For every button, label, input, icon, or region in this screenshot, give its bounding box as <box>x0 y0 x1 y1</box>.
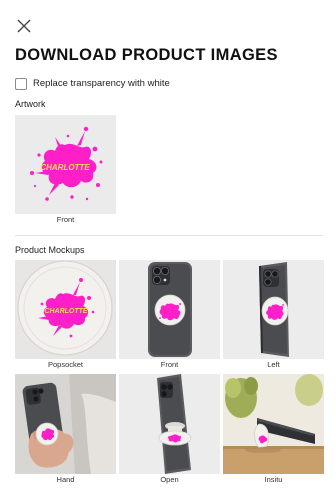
popsocket-image: CHARLOTTE <box>17 260 113 356</box>
mockup-front-caption: Front <box>160 360 179 369</box>
mockup-insitu-caption: Insitu <box>264 475 283 484</box>
mockup-open-thumbnail[interactable] <box>119 374 220 474</box>
mockups-section-label: Product Mockups <box>15 245 85 255</box>
artwork-front-thumbnail[interactable]: CHARLOTTE <box>15 115 116 214</box>
phone-in-hand-image <box>15 374 116 474</box>
phone-left-image <box>259 262 289 357</box>
mockup-popsocket-caption: Popsocket <box>47 360 84 369</box>
mockup-popsocket-thumbnail[interactable]: CHARLOTTE <box>15 260 116 359</box>
artwork-front-caption: Front <box>56 215 75 224</box>
mockup-hand-caption: Hand <box>56 475 75 484</box>
replace-transparency-checkbox[interactable] <box>15 77 27 90</box>
phone-open-grip-image <box>157 374 192 474</box>
svg-text:CHARLOTTE: CHARLOTTE <box>44 308 87 315</box>
close-button[interactable] <box>15 17 33 35</box>
mockup-left-caption: Left <box>267 360 280 369</box>
mockup-insitu-thumbnail[interactable] <box>223 374 324 474</box>
mockup-open-caption: Open <box>160 475 179 484</box>
phone-front-image <box>148 262 192 357</box>
replace-transparency-label[interactable]: Replace transparency with white <box>33 78 170 89</box>
section-divider <box>15 235 323 236</box>
paint-splash-artwork-image: CHARLOTTE <box>30 126 103 201</box>
artwork-text: CHARLOTTE <box>40 163 90 172</box>
mockup-left-thumbnail[interactable] <box>223 260 324 359</box>
dialog-title: DOWNLOAD PRODUCT IMAGES <box>15 46 278 64</box>
mockup-front-thumbnail[interactable] <box>119 260 220 359</box>
phone-insitu-scene-image <box>223 374 324 474</box>
mockup-hand-thumbnail[interactable] <box>15 374 116 474</box>
artwork-section-label: Artwork <box>15 99 46 109</box>
close-icon <box>17 19 31 33</box>
replace-transparency-option[interactable]: Replace transparency with white <box>15 77 170 90</box>
